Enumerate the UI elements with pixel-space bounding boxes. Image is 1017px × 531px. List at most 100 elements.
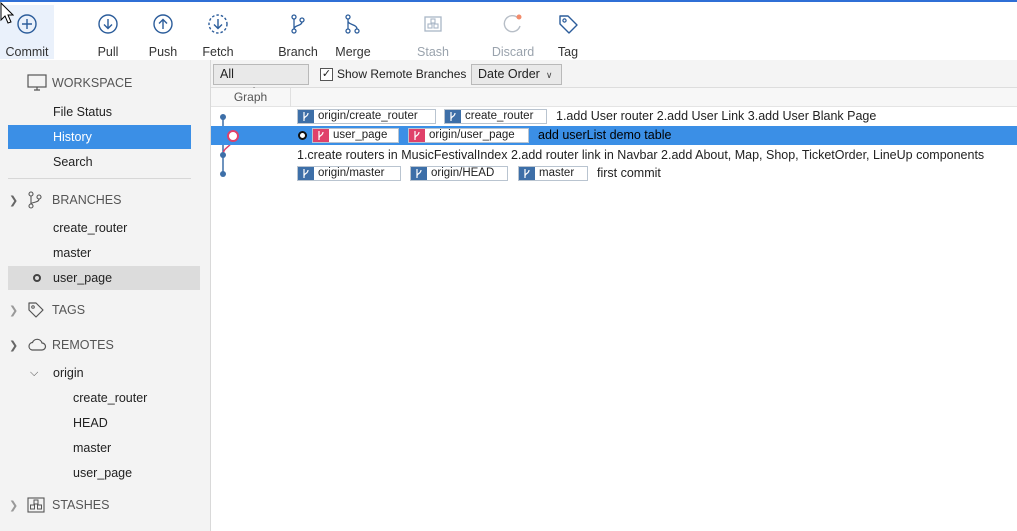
branch-button[interactable]: Branch [268, 12, 328, 59]
history-header: Graph [211, 88, 1017, 107]
stash-button[interactable]: Stash [403, 12, 463, 59]
sidebar-item-remote-branch[interactable]: HEAD [8, 411, 200, 435]
commit-row-selected[interactable]: user_page origin/user_page add userList … [211, 126, 1017, 145]
chevron-right-icon: ❯ [9, 304, 19, 317]
branch-icon [409, 129, 425, 142]
sidebar: WORKSPACE File Status History Search ❯ B… [0, 60, 211, 531]
branch-label[interactable]: create_router [444, 109, 547, 124]
branches-dropdown[interactable]: All Branches∨ [213, 64, 309, 100]
branch-label: Branch [278, 45, 318, 59]
sidebar-item-history[interactable]: History [8, 125, 191, 149]
commit-row[interactable]: origin/master origin/HEAD master first c… [211, 164, 1017, 183]
sidebar-item-origin[interactable]: ⌵ origin [8, 361, 200, 385]
sidebar-item-branch[interactable]: create_router [8, 216, 200, 240]
fetch-label: Fetch [202, 45, 234, 59]
tag-label: Tag [557, 45, 579, 59]
commit-icon [17, 14, 37, 34]
merge-icon [345, 14, 360, 34]
ref-name: origin/HEAD [431, 167, 495, 179]
branch-icon [519, 167, 535, 180]
commit-message: 1.add User router 2.add User Link 3.add … [556, 109, 877, 123]
ref-name: create_router [465, 110, 534, 122]
stash-label: Stash [417, 45, 449, 59]
ref-name: origin/create_router [318, 110, 418, 122]
tag-icon [27, 301, 47, 319]
cloud-icon [27, 337, 47, 353]
sidebar-item-file-status[interactable]: File Status [8, 100, 200, 124]
branches-section[interactable]: ❯ BRANCHES [0, 189, 121, 211]
pull-icon [98, 14, 118, 34]
branch-icon [298, 167, 314, 180]
branches-label: BRANCHES [52, 193, 122, 207]
stash-icon [27, 497, 47, 513]
commit-row[interactable]: origin/create_router create_router 1.add… [211, 107, 1017, 126]
discard-label: Discard [491, 45, 535, 59]
push-button[interactable]: Push [133, 12, 193, 59]
order-dropdown[interactable]: Date Order ∨ [471, 64, 562, 85]
stashes-section[interactable]: ❯ STASHES [0, 494, 109, 516]
commit-row[interactable]: 1.create routers in MusicFestivalIndex 2… [211, 146, 1017, 165]
sidebar-item-branch[interactable]: master [8, 241, 200, 265]
chevron-down-icon: ⌵ [30, 367, 39, 379]
pull-button[interactable]: Pull [78, 12, 138, 59]
monitor-icon [27, 74, 47, 92]
commit-message: 1.create routers in MusicFestivalIndex 2… [297, 148, 985, 162]
branch-label[interactable]: user_page [312, 128, 399, 143]
remote-branch-label[interactable]: origin/user_page [408, 128, 529, 143]
sidebar-item-branch-current[interactable]: user_page [8, 266, 200, 290]
tags-section[interactable]: ❯ TAGS [0, 299, 85, 321]
chevron-down-icon: ❯ [9, 194, 19, 207]
chevron-down-icon: ❯ [9, 339, 19, 352]
order-dropdown-value: Date Order [478, 67, 540, 81]
commit-message: first commit [597, 166, 661, 180]
push-label: Push [148, 45, 178, 59]
merge-label: Merge [335, 45, 371, 59]
tag-button[interactable]: Tag [538, 12, 598, 59]
branch-icon [291, 14, 305, 34]
sidebar-item-remote-branch[interactable]: master [8, 436, 200, 460]
ref-name: origin/user_page [429, 129, 515, 141]
graph-column-header[interactable]: Graph [211, 88, 291, 107]
branch-icon [411, 167, 427, 180]
sidebar-item-search[interactable]: Search [8, 150, 200, 174]
branch-name: user_page [53, 271, 113, 285]
branch-icon [445, 110, 461, 123]
push-icon [153, 14, 173, 34]
remote-branch-label[interactable]: origin/HEAD [410, 166, 508, 181]
stash-icon [424, 16, 442, 32]
remote-branch-label[interactable]: origin/master [297, 166, 401, 181]
show-remote-checkbox[interactable]: ✓ [320, 68, 333, 81]
workspace-section: WORKSPACE [0, 72, 132, 94]
sourcetree-window: Commit Pull Push Fetch Branch Merge Stas… [0, 0, 1017, 531]
branch-icon [298, 110, 314, 123]
toolbar: Commit Pull Push Fetch Branch Merge Stas… [0, 1, 1017, 60]
fetch-button[interactable]: Fetch [188, 12, 248, 59]
fetch-icon [208, 14, 228, 34]
mouse-cursor-icon [0, 1, 15, 27]
remotes-label: REMOTES [52, 338, 114, 352]
pull-label: Pull [97, 45, 119, 59]
remote-branch-label[interactable]: origin/create_router [297, 109, 436, 124]
discard-button[interactable]: Discard [483, 12, 543, 59]
ref-name: user_page [333, 129, 388, 141]
remote-name: origin [53, 366, 84, 380]
filter-bar: All Branches∨ ✓ Show Remote Branches Dat… [211, 60, 1017, 100]
stashes-label: STASHES [52, 498, 110, 512]
branch-icon [27, 191, 47, 209]
sidebar-item-remote-branch[interactable]: create_router [8, 386, 200, 410]
chevron-right-icon: ❯ [9, 499, 19, 512]
tag-icon [559, 15, 578, 34]
ref-name: origin/master [318, 167, 385, 179]
current-branch-icon [33, 274, 41, 282]
branch-icon [313, 129, 329, 142]
merge-button[interactable]: Merge [323, 12, 383, 59]
remotes-section[interactable]: ❯ REMOTES [0, 334, 114, 356]
tags-label: TAGS [52, 303, 86, 317]
ref-name: master [539, 167, 575, 179]
sidebar-item-remote-branch[interactable]: user_page [8, 461, 200, 485]
workspace-label: WORKSPACE [52, 76, 133, 90]
commit-node-icon [227, 130, 239, 142]
chevron-down-icon: ∨ [545, 70, 553, 80]
branch-label[interactable]: master [518, 166, 588, 181]
discard-icon [503, 14, 522, 33]
